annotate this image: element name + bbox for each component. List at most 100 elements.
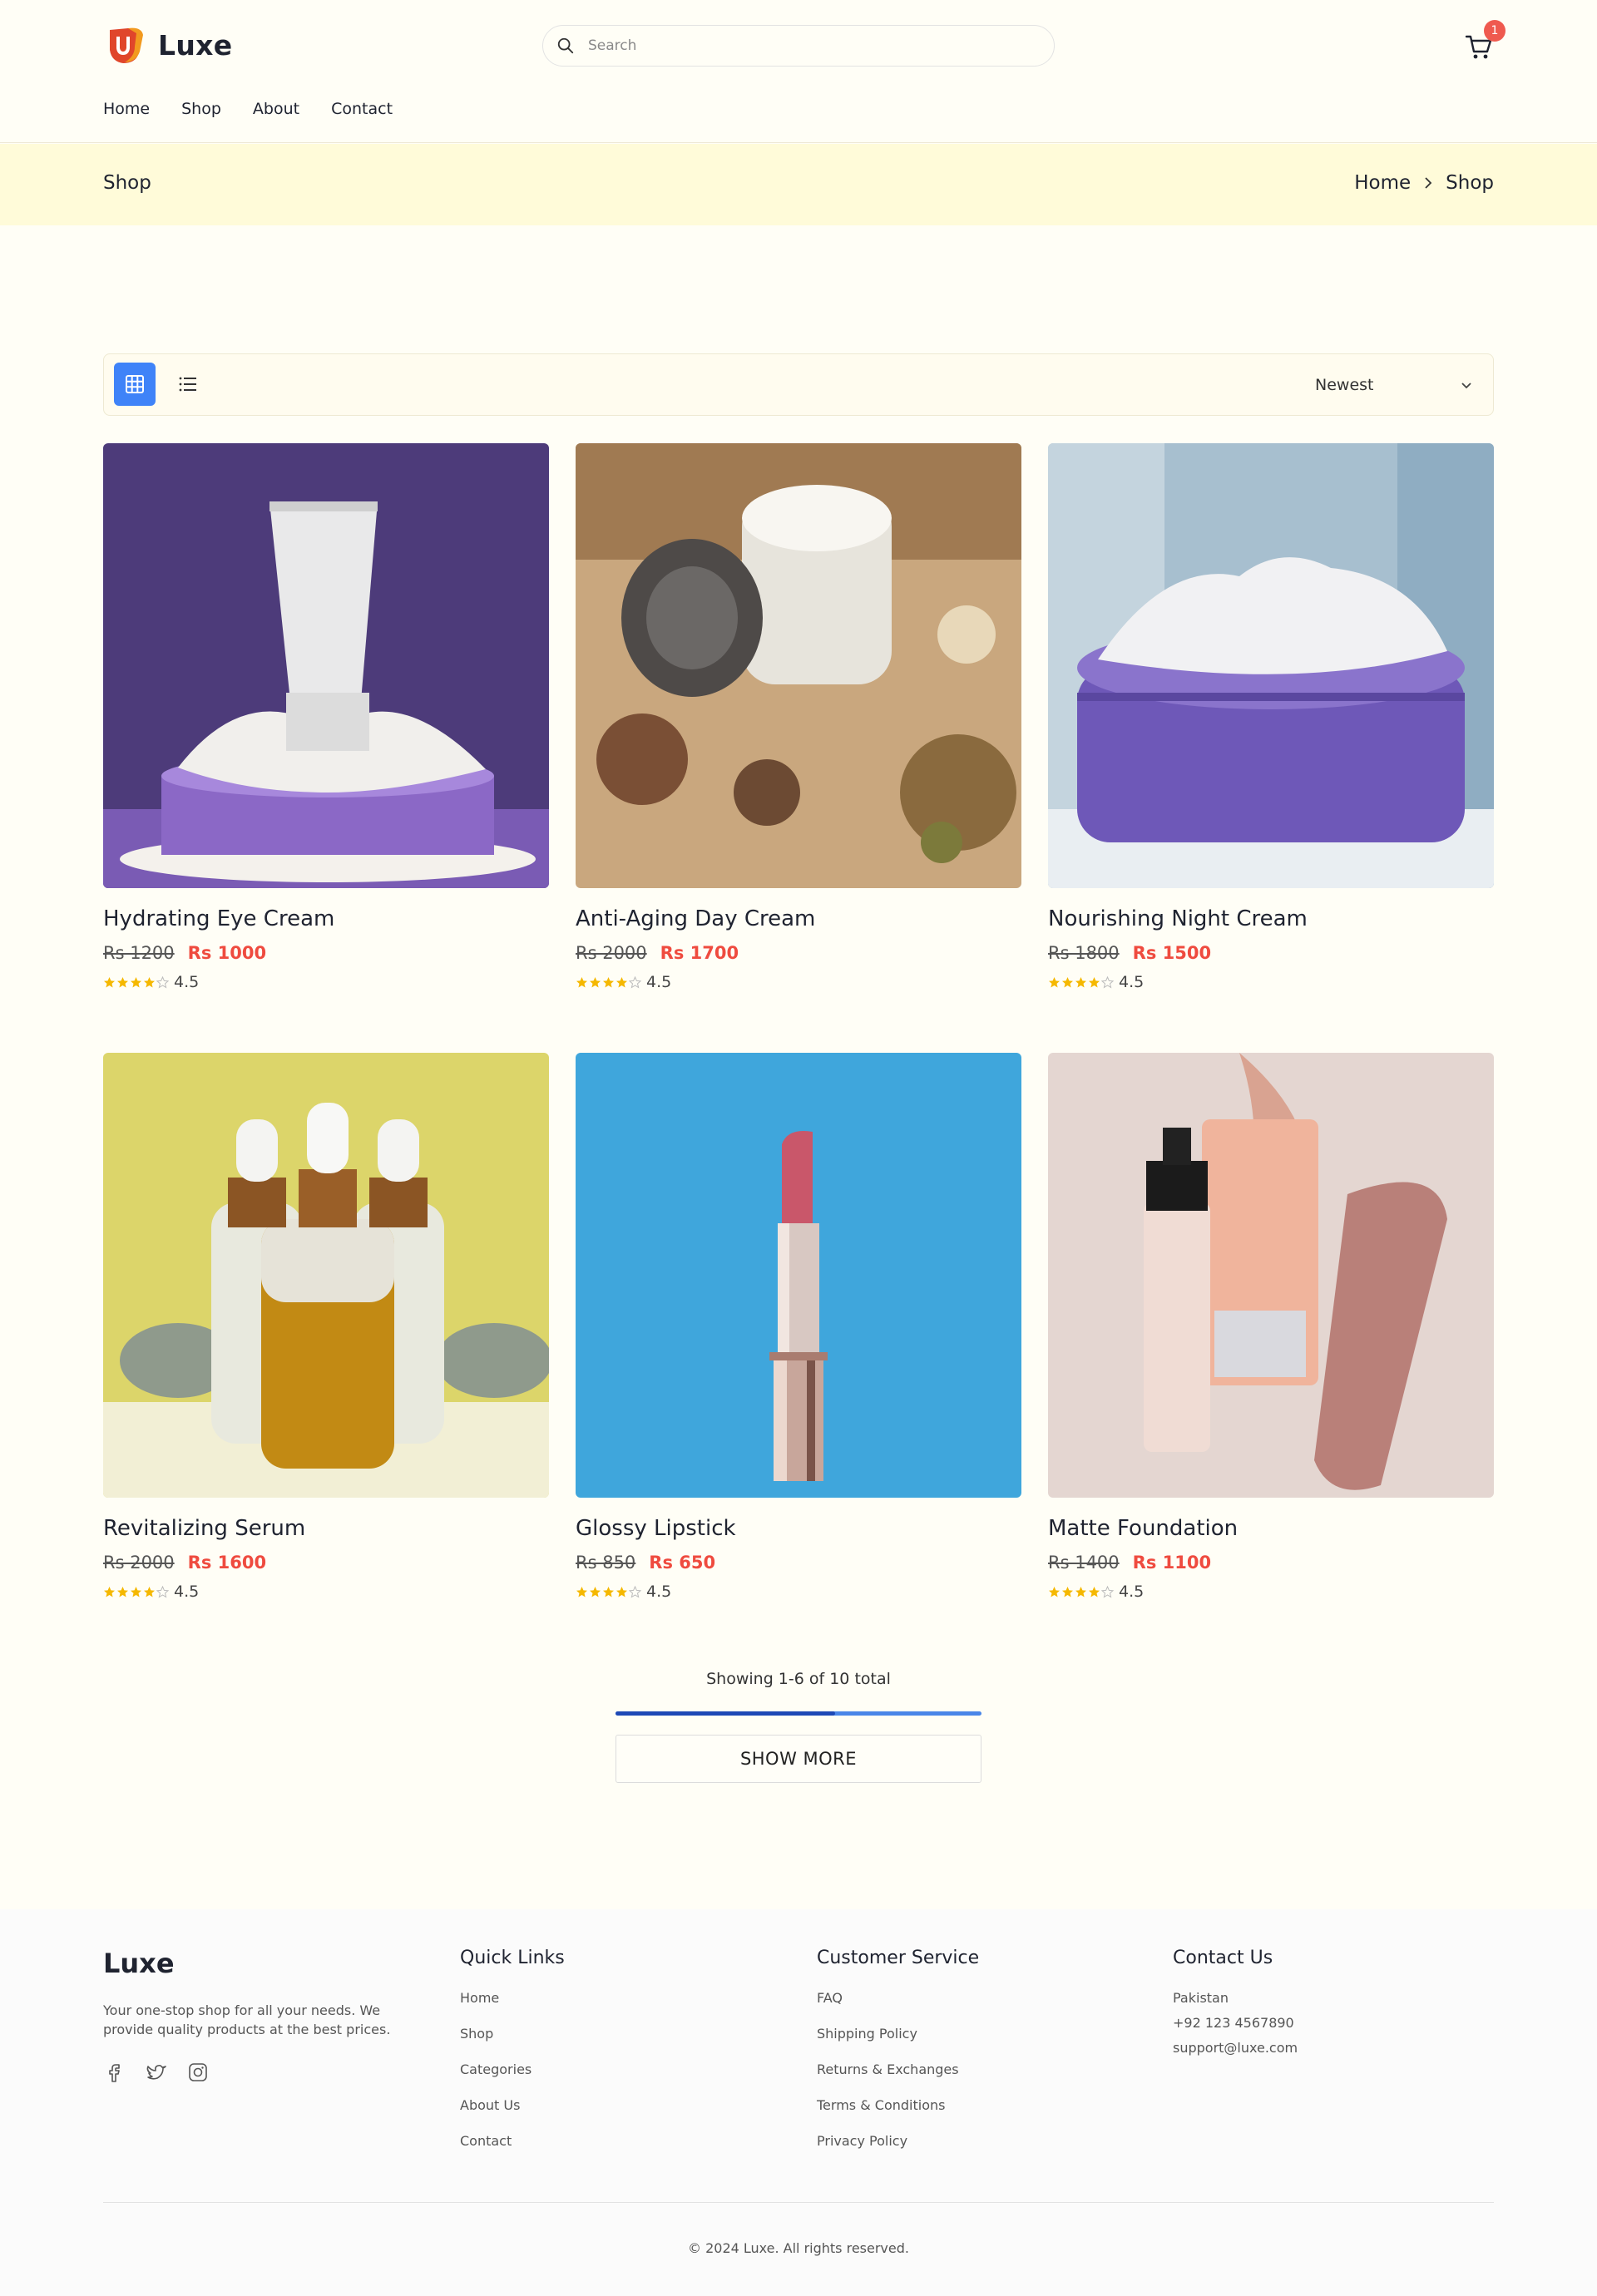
- sale-price: Rs 1100: [1132, 1553, 1212, 1573]
- facebook-icon[interactable]: [103, 2061, 126, 2084]
- rating-value: 4.5: [1119, 1583, 1145, 1601]
- breadcrumb: Home Shop: [1354, 172, 1494, 194]
- footer-link-shop[interactable]: Shop: [460, 2026, 565, 2042]
- star-icon: [1049, 1586, 1060, 1597]
- nav-home[interactable]: Home: [103, 100, 150, 118]
- star-icon: [117, 1586, 128, 1597]
- product-prices: Rs 1800 Rs 1500: [1048, 943, 1494, 963]
- product-image[interactable]: [576, 1053, 1021, 1498]
- product-card[interactable]: Hydrating Eye Cream Rs 1200 Rs 1000 4.5: [103, 443, 549, 991]
- product-image[interactable]: [103, 443, 549, 888]
- star-icon: [616, 1586, 627, 1597]
- nav-about[interactable]: About: [253, 100, 299, 118]
- nav-shop[interactable]: Shop: [181, 100, 221, 118]
- search-bar[interactable]: [542, 25, 1055, 67]
- product-card[interactable]: Matte Foundation Rs 1400 Rs 1100 4.5: [1048, 1053, 1494, 1601]
- original-price: Rs 2000: [576, 943, 647, 963]
- contact-phone: +92 123 4567890: [1173, 2015, 1294, 2031]
- rating-stars: [1048, 975, 1114, 989]
- footer-link-categories[interactable]: Categories: [460, 2061, 565, 2077]
- product-name[interactable]: Anti-Aging Day Cream: [576, 906, 1021, 931]
- results-progress-fill: [616, 1711, 835, 1716]
- results-count: Showing 1-6 of 10 total: [706, 1670, 891, 1688]
- original-price: Rs 2000: [103, 1553, 175, 1573]
- sale-price: Rs 650: [649, 1553, 716, 1573]
- star-icon: [104, 1586, 115, 1597]
- star-icon: [1062, 1586, 1073, 1597]
- breadcrumb-bar: Shop Home Shop: [0, 144, 1597, 225]
- footer-link-terms[interactable]: Terms & Conditions: [817, 2097, 979, 2113]
- product-name[interactable]: Matte Foundation: [1048, 1516, 1494, 1541]
- product-image[interactable]: [576, 443, 1021, 888]
- footer-link-shipping[interactable]: Shipping Policy: [817, 2026, 979, 2042]
- product-card[interactable]: Glossy Lipstick Rs 850 Rs 650 4.5: [576, 1053, 1021, 1601]
- product-name[interactable]: Glossy Lipstick: [576, 1516, 1021, 1541]
- footer-link-privacy[interactable]: Privacy Policy: [817, 2133, 979, 2149]
- star-icon: [603, 976, 614, 987]
- star-icon: [1049, 976, 1060, 987]
- grid-icon: [126, 375, 144, 393]
- product-name[interactable]: Revitalizing Serum: [103, 1516, 549, 1541]
- original-price: Rs 850: [576, 1553, 636, 1573]
- sale-price: Rs 1500: [1132, 943, 1212, 963]
- grid-view-button[interactable]: [114, 363, 156, 406]
- star-icon: [156, 1585, 169, 1598]
- star-icon: [1089, 1586, 1100, 1597]
- cart-button[interactable]: 1: [1464, 20, 1506, 62]
- star-icon: [603, 1586, 614, 1597]
- brand-name: Luxe: [158, 28, 233, 62]
- twitter-icon[interactable]: [145, 2061, 168, 2084]
- product-name[interactable]: Hydrating Eye Cream: [103, 906, 549, 931]
- product-rating: 4.5: [103, 973, 549, 991]
- rating-stars: [576, 975, 641, 989]
- product-prices: Rs 2000 Rs 1600: [103, 1553, 549, 1573]
- customer-service-title: Customer Service: [817, 1948, 980, 1968]
- sort-select[interactable]: Newest: [1298, 364, 1481, 406]
- product-image[interactable]: [103, 1053, 549, 1498]
- list-view-button[interactable]: [167, 363, 209, 406]
- nav-contact[interactable]: Contact: [331, 100, 393, 118]
- breadcrumb-home[interactable]: Home: [1354, 172, 1411, 194]
- footer-link-about[interactable]: About Us: [460, 2097, 565, 2113]
- star-icon: [1101, 975, 1114, 989]
- original-price: Rs 1200: [103, 943, 175, 963]
- original-price: Rs 1800: [1048, 943, 1120, 963]
- footer-link-returns[interactable]: Returns & Exchanges: [817, 2061, 979, 2077]
- sort-value: Newest: [1315, 376, 1374, 394]
- footer-link-contact[interactable]: Contact: [460, 2133, 565, 2149]
- product-image[interactable]: [1048, 1053, 1494, 1498]
- customer-service-column: Customer Service FAQ Shipping Policy Ret…: [817, 1948, 979, 2169]
- star-icon: [1075, 976, 1086, 987]
- star-icon: [144, 976, 155, 987]
- contact-email[interactable]: support@luxe.com: [1173, 2040, 1298, 2056]
- rating-stars: [1048, 1585, 1114, 1598]
- product-image[interactable]: [1048, 443, 1494, 888]
- footer-about: Your one-stop shop for all your needs. W…: [103, 2002, 391, 2037]
- rating-stars: [103, 1585, 169, 1598]
- product-card[interactable]: Nourishing Night Cream Rs 1800 Rs 1500 4…: [1048, 443, 1494, 991]
- product-card[interactable]: Revitalizing Serum Rs 2000 Rs 1600 4.5: [103, 1053, 549, 1601]
- instagram-icon[interactable]: [186, 2061, 210, 2084]
- rating-stars: [103, 975, 169, 989]
- product-name[interactable]: Nourishing Night Cream: [1048, 906, 1494, 931]
- cart-count-badge: 1: [1484, 20, 1506, 42]
- contact-column: Contact Us Pakistan +92 123 4567890 supp…: [1173, 1948, 1298, 2065]
- star-icon: [576, 1586, 587, 1597]
- sale-price: Rs 1600: [187, 1553, 267, 1573]
- brand-logo[interactable]: Luxe: [103, 23, 232, 67]
- star-icon: [104, 976, 115, 987]
- site-footer: Luxe Your one-stop shop for all your nee…: [0, 1909, 1597, 2296]
- footer-link-faq[interactable]: FAQ: [817, 1990, 979, 2006]
- show-more-button[interactable]: SHOW MORE: [616, 1735, 981, 1783]
- rating-value: 4.5: [174, 1583, 200, 1601]
- product-rating: 4.5: [1048, 973, 1494, 991]
- product-rating: 4.5: [576, 973, 1021, 991]
- main-nav: Home Shop About Contact: [103, 100, 393, 118]
- search-input[interactable]: [588, 37, 1021, 54]
- star-icon: [131, 1586, 141, 1597]
- footer-brand: Luxe: [103, 1948, 175, 1979]
- results-progress-bar: [616, 1711, 981, 1716]
- product-card[interactable]: Anti-Aging Day Cream Rs 2000 Rs 1700 4.5: [576, 443, 1021, 991]
- footer-link-home[interactable]: Home: [460, 1990, 565, 2006]
- rating-value: 4.5: [646, 973, 672, 991]
